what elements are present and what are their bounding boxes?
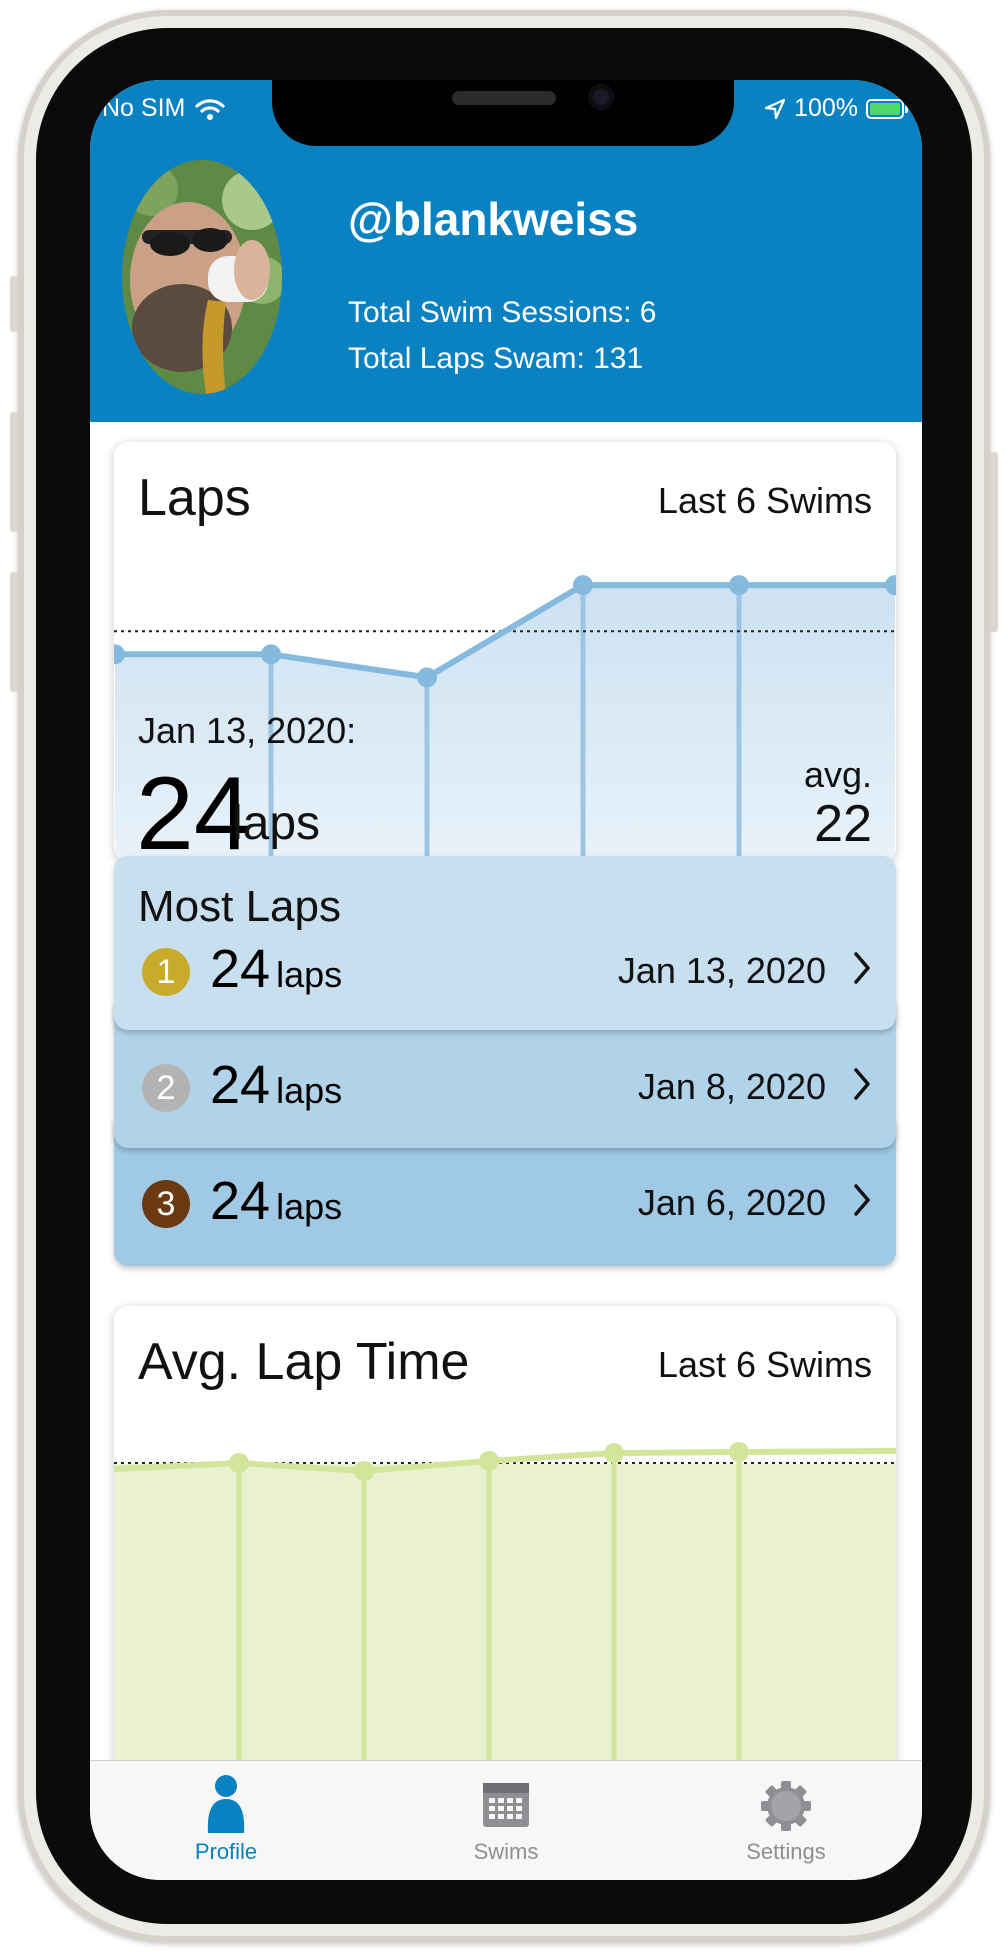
row-1-date: Jan 13, 2020: [617, 950, 826, 991]
most-laps-title: Most Laps: [138, 882, 341, 931]
lap-time-chart[interactable]: [114, 1306, 896, 1806]
lap-time-point: [354, 1461, 374, 1481]
total-sessions: Total Swim Sessions: 6: [348, 296, 657, 329]
laps-point: [417, 667, 437, 688]
chevron-right-icon: [854, 1068, 870, 1100]
tab-settings-label: Settings: [746, 1839, 826, 1864]
medal-3: 3: [142, 1180, 190, 1228]
power-button: [990, 452, 998, 632]
battery-icon: [866, 98, 908, 119]
lap-time-point: [479, 1451, 499, 1471]
volume-up-button: [10, 412, 18, 532]
laps-card[interactable]: Laps Last 6 Swims Jan 13, 2020: 24 laps …: [114, 442, 896, 862]
selected-laps-unit: laps: [232, 797, 321, 850]
row-3-date: Jan 6, 2020: [637, 1182, 826, 1223]
average-value: 22: [814, 795, 872, 853]
lap-time-area: [114, 1464, 896, 1806]
laps-point: [261, 644, 281, 665]
selected-swim-date: Jan 13, 2020:: [138, 710, 357, 751]
tab-swims[interactable]: Swims: [406, 1773, 606, 1865]
front-camera: [588, 84, 614, 110]
row-3-laps: 24 laps: [210, 1171, 343, 1231]
tab-profile-label: Profile: [194, 1839, 258, 1864]
lap-time-point: [229, 1453, 249, 1473]
medal-1: 1: [142, 948, 190, 996]
notch: [272, 80, 734, 146]
location-arrow-icon: [764, 98, 786, 119]
lap-time-point: [729, 1442, 749, 1462]
gear-icon: [761, 1781, 811, 1831]
laps-point: [573, 575, 593, 596]
most-laps-row-1[interactable]: Most Laps 1 24 laps Jan 13, 2020: [114, 856, 896, 1030]
lap-time-card[interactable]: Avg. Lap Time Last 6 Swims: [114, 1306, 896, 1806]
row-2-date: Jan 8, 2020: [637, 1066, 826, 1107]
lap-time-point: [604, 1443, 624, 1463]
tab-settings[interactable]: Settings: [686, 1773, 886, 1865]
chevron-right-icon: [854, 952, 870, 984]
chevron-right-icon: [854, 1184, 870, 1216]
laps-point: [729, 575, 749, 596]
tab-profile[interactable]: Profile: [126, 1773, 326, 1865]
tab-bar: Profile Swims Settings: [90, 1760, 922, 1880]
average-label: avg.: [803, 754, 872, 795]
person-icon: [207, 1775, 245, 1833]
battery-percentage: 100%: [794, 94, 858, 122]
volume-down-button: [10, 572, 18, 692]
screen: No SIM 100% @blankweiss Total Swim Sessi…: [90, 80, 922, 1880]
total-laps: Total Laps Swam: 131: [348, 342, 644, 375]
username: @blankweiss: [348, 193, 639, 245]
row-2-laps: 24 laps: [210, 1055, 343, 1115]
carrier-label: No SIM: [102, 94, 186, 122]
tab-swims-label: Swims: [473, 1839, 539, 1864]
wifi-icon: [195, 98, 225, 120]
earpiece: [452, 91, 556, 105]
mute-switch: [10, 276, 18, 332]
calendar-icon: [483, 1783, 529, 1827]
row-1-laps: 24 laps: [210, 939, 343, 999]
avatar[interactable]: [122, 160, 282, 394]
medal-2: 2: [142, 1064, 190, 1112]
